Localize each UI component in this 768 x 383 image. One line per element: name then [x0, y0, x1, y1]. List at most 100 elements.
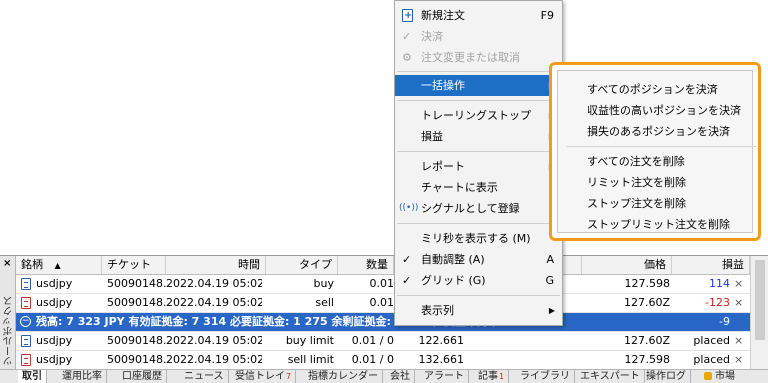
submenu-item-close-losing[interactable]: 損失のあるポジションを決済: [553, 121, 759, 142]
tab-calendar[interactable]: 指標カレンダー: [304, 370, 383, 383]
tab-history[interactable]: 口座履歴: [118, 370, 167, 383]
cell-symbol: usdjpy: [36, 277, 73, 290]
table-row[interactable]: usdjpy 50090148... 2022.04.19 05:02:05 b…: [16, 275, 750, 294]
bulk-operations-submenu: すべてのポジションを決済 収益性の高いポジションを決済 損失のあるポジションを決…: [549, 62, 761, 241]
cell-symbol: usdjpy: [36, 353, 73, 366]
new-order-icon: [402, 5, 413, 26]
submenu-item-delete-all-orders[interactable]: すべての注文を削除: [553, 151, 759, 172]
cell-status: placed: [693, 353, 730, 366]
table-row[interactable]: usdjpy 50090148... 2022.04.19 05:02:12 s…: [16, 294, 750, 313]
delete-order-icon[interactable]: ×: [734, 351, 746, 369]
cell-ticket: 50090148...: [107, 277, 167, 290]
menu-item-profit[interactable]: 損益 ▶: [395, 126, 562, 147]
cell-ticket: 50090148...: [107, 296, 167, 309]
cell-time: 2022.04.19 05:02:16: [166, 334, 262, 347]
column-header-price[interactable]: 価格: [582, 256, 672, 274]
context-menu: 新規注文 F9 ✓ 決済 ⚙ 注文変更または取消 一括操作 ▶ トレーリングスト…: [394, 0, 563, 326]
lock-icon: [704, 372, 712, 380]
toolbox-side-bar: × ツールボックス: [0, 256, 16, 369]
table-row[interactable]: usdjpy 50090148... 2022.04.19 05:02:16 b…: [16, 332, 750, 351]
pending-order-icon: [21, 354, 31, 366]
account-summary-row[interactable]: − 残高: 7 323 JPY 有効証拠金: 7 314 必要証拠金: 1 27…: [16, 313, 750, 332]
tab-mailbox[interactable]: 受信トレイ7: [231, 370, 297, 383]
menu-separator: [397, 295, 560, 296]
checkmark-icon: ✓: [402, 253, 412, 266]
column-header-volume[interactable]: 数量: [338, 256, 394, 274]
shortcut-label: F9: [540, 9, 554, 22]
tab-news[interactable]: ニュース: [180, 370, 229, 383]
menu-item-register-signal[interactable]: ((•)) シグナルとして登録: [395, 198, 562, 219]
close-icon[interactable]: ×: [3, 258, 11, 269]
menu-item-trailing-stop[interactable]: トレーリングストップ ▶: [395, 105, 562, 126]
cell-status: placed: [693, 334, 730, 347]
submenu-item-close-all-positions[interactable]: すべてのポジションを決済: [553, 79, 759, 100]
tab-library[interactable]: ライブラリ: [516, 370, 575, 383]
scrollbar-thumb[interactable]: [755, 260, 765, 340]
gear-icon: ⚙: [402, 51, 412, 64]
articles-badge: 1: [499, 372, 505, 381]
column-header-profit[interactable]: 損益: [672, 256, 750, 274]
close-position-icon[interactable]: ×: [734, 275, 746, 293]
submenu-item-delete-limit-orders[interactable]: リミット注文を削除: [553, 172, 759, 193]
cell-price: 127.60Z: [623, 296, 670, 309]
menu-item-columns[interactable]: 表示列 ▶: [395, 300, 562, 321]
submenu-panel: すべてのポジションを決済 収益性の高いポジションを決済 損失のあるポジションを決…: [557, 70, 756, 233]
menu-item-report[interactable]: レポート ▶: [395, 156, 562, 177]
menu-item-grid[interactable]: ✓ グリッド (G) G: [395, 270, 562, 291]
tab-market[interactable]: 市場: [700, 370, 739, 383]
shortcut-label: A: [546, 253, 554, 266]
cell-volume: 0.01: [369, 296, 395, 309]
tab-exposure[interactable]: 運用比率: [58, 370, 107, 383]
column-header-time[interactable]: 時間: [166, 256, 266, 274]
cell-type: buy: [313, 277, 334, 290]
submenu-item-delete-stop-limit-orders[interactable]: ストップリミット注文を削除: [553, 214, 759, 235]
menu-item-show-milliseconds[interactable]: ミリ秒を表示する (M): [395, 228, 562, 249]
toolbox-vertical-title: ツールボックス: [4, 296, 15, 366]
tab-trade[interactable]: 取引: [18, 370, 47, 383]
submenu-item-delete-stop-orders[interactable]: ストップ注文を削除: [553, 193, 759, 214]
buy-position-icon: [21, 278, 31, 290]
cell-volume: 0.01 / 0: [351, 334, 394, 347]
menu-item-bulk-operations[interactable]: 一括操作 ▶: [395, 75, 562, 96]
menu-item-show-on-chart[interactable]: チャートに表示: [395, 177, 562, 198]
column-header-type[interactable]: タイプ: [266, 256, 338, 274]
cell-time: 2022.04.19 05:02:05: [166, 277, 262, 290]
menu-item-auto-arrange[interactable]: ✓ 自動調整 (A) A: [395, 249, 562, 270]
column-header-ticket[interactable]: チケット: [102, 256, 166, 274]
tab-articles[interactable]: 記事1: [474, 370, 510, 383]
close-position-icon[interactable]: ×: [734, 294, 746, 312]
cell-price: 127.598: [624, 353, 671, 366]
signal-icon: ((•)): [399, 203, 419, 213]
cell-order-price: 132.661: [418, 353, 465, 366]
table-row[interactable]: usdjpy 50090148... 2022.04.19 05:02:19 s…: [16, 351, 750, 369]
mailbox-badge: 7: [286, 372, 292, 381]
check-icon: ✓: [402, 30, 412, 43]
cell-profit-total: -9: [719, 315, 730, 328]
cell-type: sell: [315, 296, 334, 309]
vertical-scrollbar[interactable]: [750, 256, 768, 369]
cell-volume: 0.01: [369, 277, 395, 290]
cell-price: 127.598: [624, 277, 671, 290]
cell-ticket: 50090148...: [107, 334, 167, 347]
pending-order-icon: [21, 335, 31, 347]
tab-experts[interactable]: エキスパート: [576, 370, 645, 383]
cell-profit: -123: [705, 296, 730, 309]
minus-circle-icon: −: [20, 316, 31, 327]
tab-company[interactable]: 会社: [386, 370, 415, 383]
table-header: 銘柄 ▲ チケット 時間 タイプ 数量 価格指値(... 価格 損益: [16, 256, 750, 275]
cell-profit: 114: [709, 277, 730, 290]
menu-item-modify-order[interactable]: ⚙ 注文変更または取消: [395, 47, 562, 68]
submenu-separator: [566, 146, 756, 147]
cell-type: sell limit: [287, 353, 334, 366]
tab-alerts[interactable]: アラート: [420, 370, 469, 383]
column-header-symbol[interactable]: 銘柄 ▲: [16, 256, 102, 274]
cell-ticket: 50090148...: [107, 353, 167, 366]
menu-separator: [397, 71, 560, 72]
tab-journal[interactable]: 操作ログ: [642, 370, 691, 383]
checkmark-icon: ✓: [402, 274, 412, 287]
menu-item-new-order[interactable]: 新規注文 F9: [395, 5, 562, 26]
delete-order-icon[interactable]: ×: [734, 332, 746, 350]
cell-time: 2022.04.19 05:02:12: [166, 296, 262, 309]
submenu-item-close-profitable[interactable]: 収益性の高いポジションを決済: [553, 100, 759, 121]
menu-item-close-position[interactable]: ✓ 決済: [395, 26, 562, 47]
